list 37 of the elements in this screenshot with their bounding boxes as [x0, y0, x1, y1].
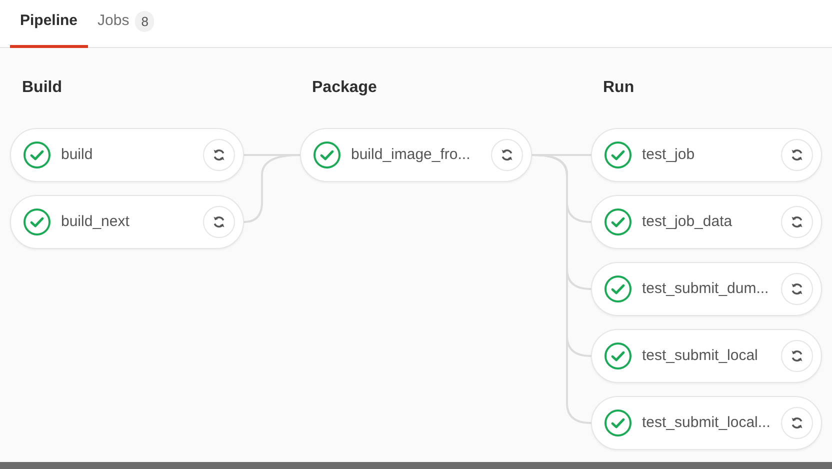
- job-name: test_submit_local: [642, 346, 759, 366]
- retry-button[interactable]: [781, 340, 813, 372]
- tab[interactable]: Jobs 8: [88, 0, 164, 48]
- stage-title: Build: [21, 78, 63, 98]
- retry-button[interactable]: [203, 206, 235, 238]
- job-name: test_job_data: [642, 212, 734, 232]
- refresh-icon: [212, 148, 226, 162]
- refresh-icon: [790, 282, 804, 296]
- refresh-icon: [790, 215, 804, 229]
- stage-title: Package: [311, 78, 378, 98]
- job-pill[interactable]: test_job: [591, 128, 822, 182]
- job-pill[interactable]: test_submit_local...: [591, 396, 822, 450]
- job-pill[interactable]: build: [10, 128, 244, 182]
- retry-button[interactable]: [781, 139, 813, 171]
- job-pill[interactable]: build_image_fro...: [300, 128, 532, 182]
- refresh-icon: [790, 349, 804, 363]
- job-name: test_job: [642, 144, 696, 165]
- job-pill[interactable]: build_next: [10, 195, 244, 249]
- count-badge: 8: [135, 10, 154, 32]
- job-name: test_submit_dum...: [642, 278, 770, 299]
- refresh-icon: [790, 416, 804, 430]
- job-name: build_image_fro...: [351, 144, 472, 165]
- stage-title: Run: [602, 78, 636, 98]
- retry-button[interactable]: [203, 139, 235, 171]
- retry-button[interactable]: [781, 206, 813, 238]
- refresh-icon: [500, 148, 514, 162]
- refresh-icon: [212, 215, 226, 229]
- job-name: build: [61, 144, 94, 165]
- retry-button[interactable]: [781, 407, 813, 439]
- job-pill[interactable]: test_submit_local: [591, 329, 822, 383]
- retry-button[interactable]: [491, 139, 523, 171]
- job-name: build_next: [61, 212, 130, 232]
- refresh-icon: [790, 148, 804, 162]
- job-name: test_submit_local...: [642, 412, 772, 433]
- job-pill[interactable]: test_submit_dum...: [591, 262, 822, 316]
- job-pill[interactable]: test_job_data: [591, 195, 822, 249]
- retry-button[interactable]: [781, 273, 813, 305]
